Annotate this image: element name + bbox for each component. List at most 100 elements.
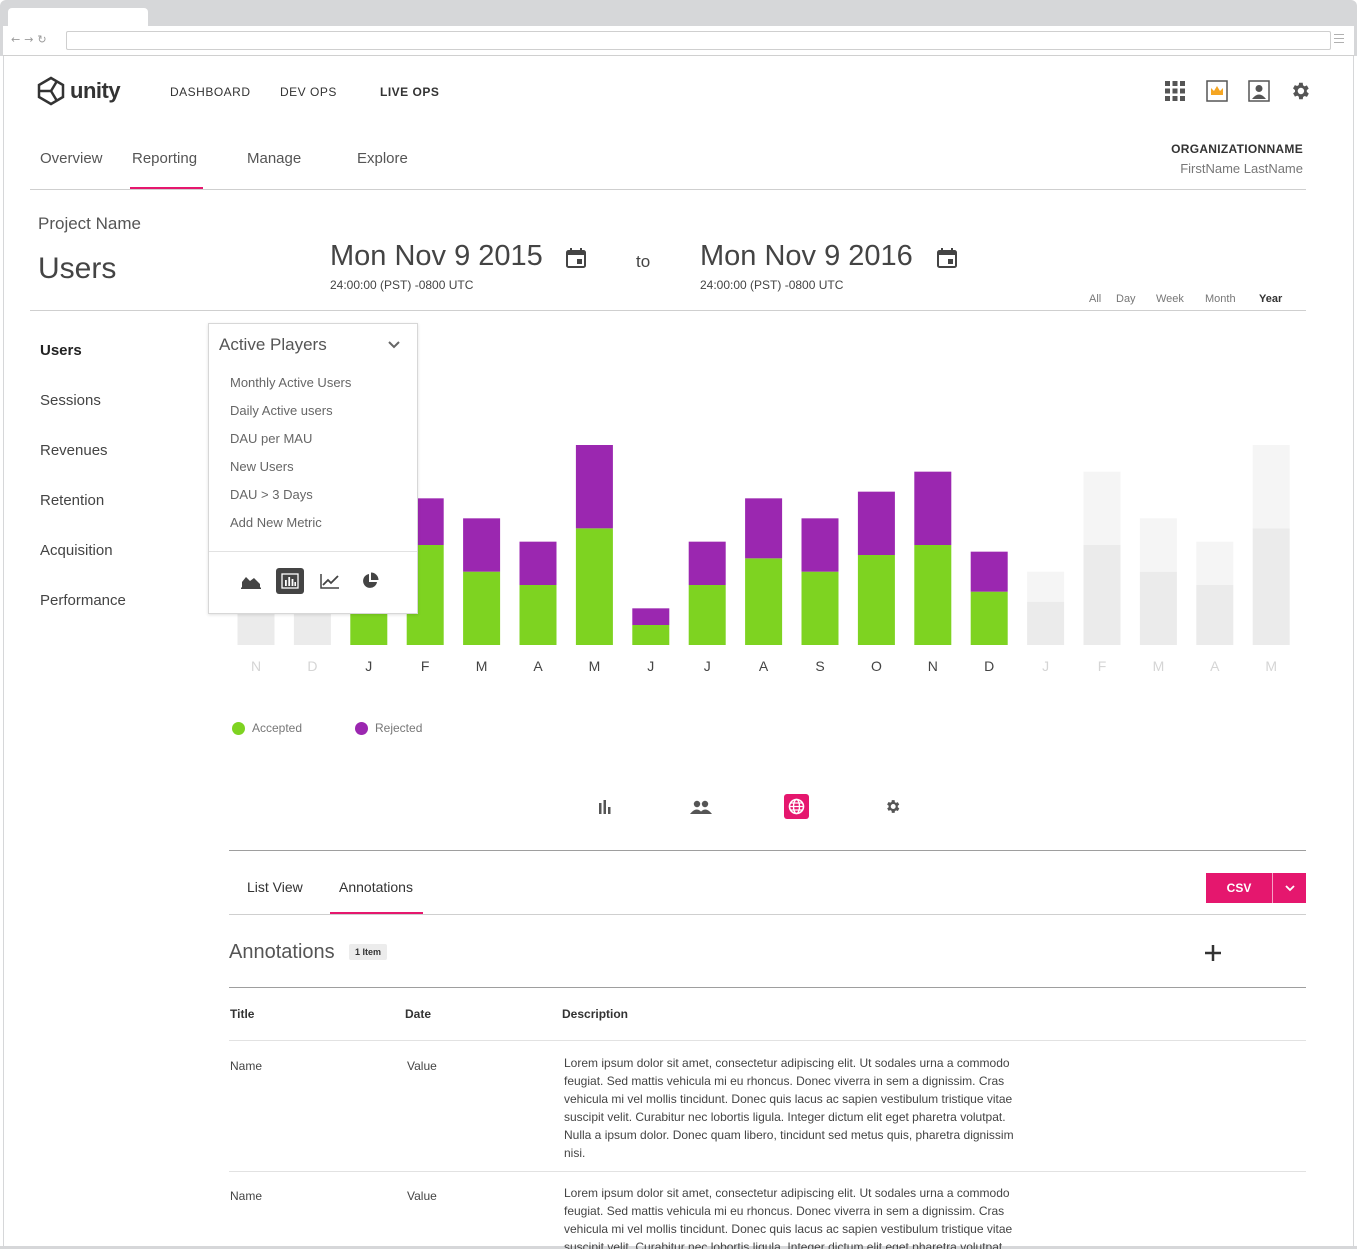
- topnav-live-ops[interactable]: LIVE OPS: [380, 85, 439, 99]
- end-date[interactable]: Mon Nov 9 2016: [700, 240, 913, 273]
- range-all[interactable]: All: [1089, 293, 1101, 305]
- bar-rejected[interactable]: [632, 608, 670, 625]
- pie-chart-icon[interactable]: [356, 568, 384, 594]
- browser-chrome: ←→↻: [0, 0, 1357, 56]
- start-calendar-icon[interactable]: [566, 248, 586, 268]
- bar-accepted[interactable]: [1252, 528, 1290, 645]
- bar-chart-icon[interactable]: [276, 568, 304, 594]
- area-chart-icon[interactable]: [237, 568, 265, 594]
- column-header-title[interactable]: Title: [230, 1007, 254, 1021]
- csv-export-button[interactable]: CSV: [1206, 873, 1306, 903]
- end-calendar-icon[interactable]: [937, 248, 957, 268]
- bar-accepted[interactable]: [745, 558, 783, 645]
- sidebar-item-retention[interactable]: Retention: [40, 492, 104, 509]
- metric-option[interactable]: Monthly Active Users: [230, 375, 351, 390]
- bar-rejected[interactable]: [575, 445, 613, 529]
- sidebar-item-performance[interactable]: Performance: [40, 592, 126, 609]
- metric-dropdown-selected[interactable]: Active Players: [219, 335, 327, 355]
- csv-button-label[interactable]: CSV: [1206, 873, 1273, 903]
- bar-rejected[interactable]: [1139, 518, 1177, 572]
- bar-accepted[interactable]: [1083, 545, 1121, 645]
- sidebar-item-sessions[interactable]: Sessions: [40, 392, 101, 409]
- bar-accepted[interactable]: [1196, 585, 1234, 645]
- metric-option[interactable]: DAU per MAU: [230, 431, 312, 446]
- globe-icon[interactable]: [784, 794, 809, 819]
- bar-accepted[interactable]: [575, 528, 613, 645]
- bar-rejected[interactable]: [1196, 541, 1234, 585]
- sidebar-item-acquisition[interactable]: Acquisition: [40, 542, 113, 559]
- people-icon[interactable]: [688, 794, 713, 819]
- sidebar-item-users[interactable]: Users: [40, 342, 82, 359]
- bar-accepted[interactable]: [1027, 601, 1065, 645]
- apps-grid-icon[interactable]: [1164, 80, 1186, 102]
- bar-accepted[interactable]: [688, 585, 726, 645]
- bar-rejected[interactable]: [745, 498, 783, 559]
- bar-rejected[interactable]: [1252, 445, 1290, 529]
- add-annotation-icon[interactable]: [1201, 941, 1225, 965]
- bar-rejected[interactable]: [688, 541, 726, 585]
- chevron-down-icon[interactable]: [387, 338, 401, 352]
- bar-accepted[interactable]: [914, 545, 952, 645]
- bar-rejected[interactable]: [857, 491, 895, 555]
- view-switch-divider: [229, 850, 1306, 851]
- bar-chart-view-icon[interactable]: [592, 794, 617, 819]
- bar-rejected[interactable]: [914, 471, 952, 545]
- row-title: Name: [230, 1059, 263, 1073]
- add-new-metric-option[interactable]: Add New Metric: [230, 515, 322, 530]
- tab-reporting[interactable]: Reporting: [132, 150, 197, 167]
- settings-gear-icon[interactable]: [1289, 80, 1311, 102]
- organization-info[interactable]: ORGANIZATIONNAME FirstName LastName: [1171, 142, 1303, 176]
- metric-option[interactable]: DAU > 3 Days: [230, 487, 313, 502]
- x-tick-label: A: [759, 658, 769, 674]
- unity-logo[interactable]: unity: [36, 76, 121, 106]
- range-year[interactable]: Year: [1259, 293, 1282, 305]
- x-tick-label: N: [251, 658, 261, 674]
- topnav-dev-ops[interactable]: DEV OPS: [280, 85, 337, 99]
- subnav-divider: [30, 189, 1306, 190]
- bar-accepted[interactable]: [970, 591, 1008, 645]
- csv-options-chevron-icon[interactable]: [1273, 873, 1306, 903]
- range-week[interactable]: Week: [1156, 293, 1184, 305]
- column-header-description[interactable]: Description: [562, 1007, 628, 1021]
- browser-menu-icon[interactable]: [1334, 34, 1344, 46]
- x-tick-label: N: [928, 658, 938, 674]
- topnav-dashboard[interactable]: DASHBOARD: [170, 85, 251, 99]
- settings-gear-icon[interactable]: [880, 794, 905, 819]
- date-range-separator: to: [636, 252, 651, 271]
- bar-accepted[interactable]: [801, 571, 839, 645]
- line-chart-icon[interactable]: [316, 568, 344, 594]
- browser-tab[interactable]: [8, 8, 148, 28]
- legend-label-rejected: Rejected: [375, 721, 423, 735]
- tab-annotations[interactable]: Annotations: [339, 879, 413, 895]
- bar-rejected[interactable]: [970, 551, 1008, 592]
- range-day[interactable]: Day: [1116, 293, 1136, 305]
- bar-rejected[interactable]: [519, 541, 557, 585]
- bar-accepted[interactable]: [632, 625, 670, 645]
- tab-list-view[interactable]: List View: [247, 879, 303, 895]
- bar-accepted[interactable]: [1139, 571, 1177, 645]
- tab-overview[interactable]: Overview: [40, 150, 103, 167]
- bar-accepted[interactable]: [463, 571, 501, 645]
- account-icon[interactable]: [1248, 80, 1270, 102]
- logo-text: unity: [70, 78, 121, 103]
- metric-dropdown[interactable]: Active Players Monthly Active Users Dail…: [208, 323, 418, 614]
- bar-accepted[interactable]: [519, 585, 557, 645]
- range-month[interactable]: Month: [1205, 293, 1236, 305]
- column-header-date[interactable]: Date: [405, 1007, 431, 1021]
- crown-icon[interactable]: [1206, 80, 1228, 102]
- sidebar-item-revenues[interactable]: Revenues: [40, 442, 108, 459]
- bar-rejected[interactable]: [463, 518, 501, 572]
- bar-rejected[interactable]: [1083, 471, 1121, 545]
- metric-option[interactable]: New Users: [230, 459, 294, 474]
- start-date[interactable]: Mon Nov 9 2015: [330, 240, 543, 273]
- tab-manage[interactable]: Manage: [247, 150, 301, 167]
- tab-explore[interactable]: Explore: [357, 150, 408, 167]
- metric-option[interactable]: Daily Active users: [230, 403, 333, 418]
- bar-accepted[interactable]: [857, 555, 895, 645]
- header-divider: [30, 310, 1306, 311]
- annotations-divider: [229, 987, 1306, 988]
- bar-rejected[interactable]: [1027, 571, 1065, 602]
- browser-nav-buttons[interactable]: ←→↻: [11, 33, 51, 46]
- address-bar[interactable]: [66, 31, 1331, 50]
- bar-rejected[interactable]: [801, 518, 839, 572]
